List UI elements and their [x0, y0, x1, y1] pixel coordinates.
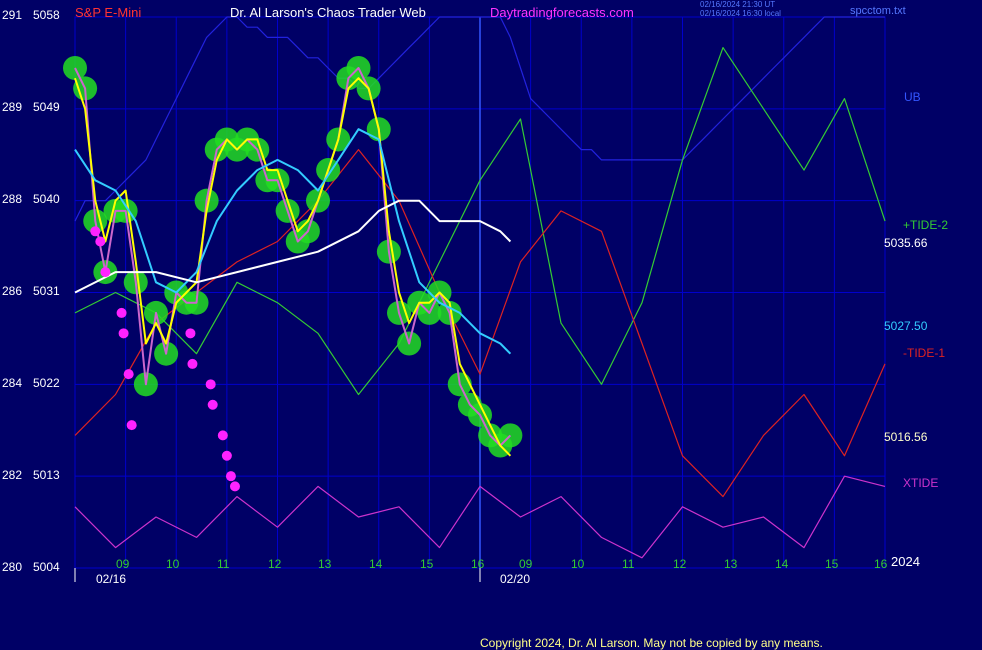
marker-point: [221, 450, 232, 461]
price-highlight-band: [63, 56, 523, 458]
site-link[interactable]: Daytradingforecasts.com: [490, 6, 634, 19]
marker-point: [126, 420, 137, 431]
y-price-tick-0: 5058: [33, 8, 60, 22]
marker-point: [90, 226, 101, 237]
marker-point: [225, 471, 236, 482]
marker-point: [187, 358, 198, 369]
y-price-tick-4: 5022: [33, 376, 60, 390]
x-tick-9: 10: [571, 557, 585, 571]
site-title: Dr. Al Larson's Chaos Trader Web: [230, 5, 426, 20]
timestamp-local: 02/16/2024 16:30 local: [700, 9, 781, 18]
x-tick-12: 13: [724, 557, 738, 571]
marker-point: [100, 267, 111, 278]
x-tick-0: 09: [116, 557, 130, 571]
y-left-tick-1: 289: [2, 100, 23, 114]
year-label: 2024: [891, 554, 920, 569]
x-tick-11: 12: [673, 557, 687, 571]
x-tick-7: 16: [471, 557, 485, 571]
date-label-0: 02/16: [96, 572, 127, 586]
y-price-tick-3: 5031: [33, 284, 60, 298]
marker-point: [123, 369, 134, 380]
tide1-label: -TIDE-1: [903, 346, 945, 360]
marker-point: [205, 379, 216, 390]
xtide-label: XTIDE: [903, 476, 939, 490]
marker-point: [118, 328, 129, 339]
y-left-tick-6: 280: [2, 560, 23, 574]
value-lower-label: 5016.56: [884, 430, 928, 444]
x-tick-5: 14: [369, 557, 383, 571]
instrument-title: S&P E-Mini: [75, 5, 142, 20]
marker-point: [217, 430, 228, 441]
timestamp-utc: 02/16/2024 21:30 UT: [700, 0, 776, 9]
x-tick-10: 11: [622, 557, 635, 571]
x-tick-3: 12: [268, 557, 282, 571]
value-upper-label: 5035.66: [884, 236, 928, 250]
y-left-tick-0: 291: [2, 8, 23, 22]
y-left-tick-5: 282: [2, 468, 23, 482]
ub-label: UB: [904, 90, 921, 104]
x-tick-1: 10: [166, 557, 180, 571]
x-tick-15: 16: [874, 557, 888, 571]
y-price-tick-5: 5013: [33, 468, 60, 482]
marker-point: [229, 481, 240, 492]
y-left-tick-3: 286: [2, 284, 23, 298]
x-tick-8: 09: [519, 557, 533, 571]
copyright-notice: Copyright 2024, Dr. Al Larson. May not b…: [480, 636, 823, 650]
file-name: spcctom.txt: [850, 5, 906, 17]
x-tick-14: 15: [825, 557, 839, 571]
date-label-1: 02/20: [500, 572, 531, 586]
series-fast-average: [74, 77, 512, 457]
x-tick-2: 11: [217, 557, 230, 571]
x-tick-13: 14: [775, 557, 789, 571]
y-left-tick-4: 284: [2, 376, 23, 390]
y-left-tick-2: 288: [2, 192, 23, 206]
x-tick-6: 15: [420, 557, 434, 571]
marker-point: [95, 236, 106, 247]
value-mid-label: 5027.50: [884, 319, 928, 333]
y-price-tick-1: 5049: [33, 100, 60, 114]
x-tick-4: 13: [318, 557, 332, 571]
marker-point: [207, 399, 218, 410]
tide2-label: +TIDE-2: [903, 218, 949, 232]
y-price-tick-2: 5040: [33, 192, 60, 206]
marker-point: [185, 328, 196, 339]
marker-point: [116, 307, 127, 318]
chart: [63, 16, 886, 582]
y-price-tick-6: 5004: [33, 560, 60, 574]
